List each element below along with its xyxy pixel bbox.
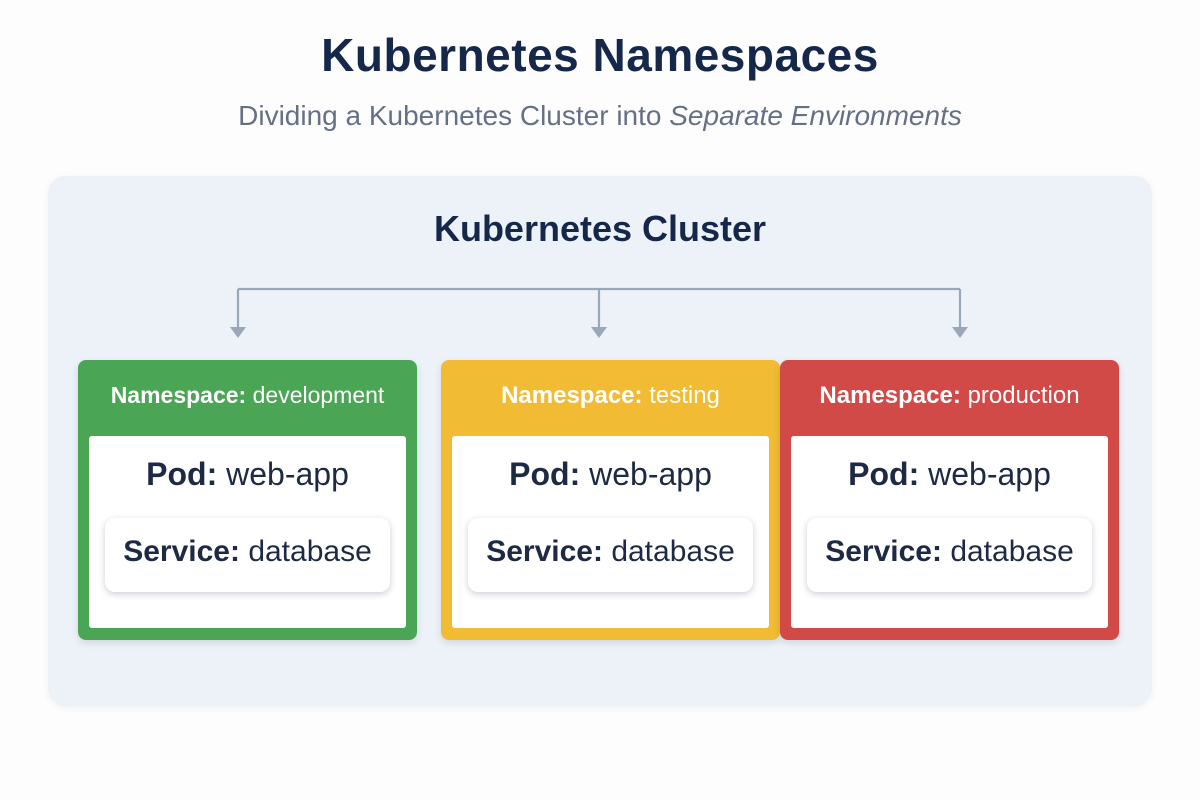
cluster-title: Kubernetes Cluster [433,208,767,249]
pod-key: Pod: [848,456,920,492]
subtitle-text: Dividing a Kubernetes Cluster into [238,100,670,131]
namespace-key: Namespace: [110,382,247,408]
service-card: Service: database [807,518,1092,592]
kubernetes-cluster: Kubernetes Cluster Namespace: developmen… [48,176,1152,706]
service-name: database [950,535,1074,568]
pod-key: Pod: [509,456,581,492]
arrowhead-icon [230,327,246,338]
service-name: database [611,535,735,568]
namespace-label: Namespace: production [780,382,1119,410]
arrowhead-icon [952,327,968,338]
subtitle-emphasis: Separate Environments [669,100,962,131]
namespace-production: Namespace: production Pod: web-app Servi… [780,360,1119,640]
page-title: Kubernetes Namespaces [321,29,879,81]
namespace-development: Namespace: development Pod: web-app Serv… [78,360,417,640]
service-key: Service: [825,535,942,568]
namespace-key: Namespace: [819,382,961,409]
service-label: Service: database [807,535,1092,569]
service-key: Service: [123,535,240,568]
pod-key: Pod: [146,456,218,492]
namespace-content: Pod: web-app Service: database [89,436,406,628]
service-card: Service: database [105,518,390,592]
service-label: Service: database [105,535,390,569]
namespace-content: Pod: web-app Service: database [791,436,1108,628]
namespace-label: Namespace: testing [441,382,780,410]
namespace-testing: Namespace: testing Pod: web-app Service:… [441,360,780,640]
arrowhead-icon [591,327,607,338]
namespace-name: production [967,382,1080,409]
pod-name: web-app [226,456,349,492]
pod-name: web-app [928,456,1051,492]
namespace-name: development [252,382,385,408]
pod-name: web-app [589,456,712,492]
namespace-key: Namespace: [501,382,643,409]
pod-label: Pod: web-app [791,456,1108,493]
service-card: Service: database [468,518,753,592]
page-subtitle: Dividing a Kubernetes Cluster into Separ… [0,100,1200,132]
pod-label: Pod: web-app [89,456,406,493]
service-key: Service: [486,535,603,568]
namespace-content: Pod: web-app Service: database [452,436,769,628]
namespace-label: Namespace: development [78,382,417,409]
service-label: Service: database [468,535,753,569]
service-name: database [248,535,372,568]
namespace-name: testing [649,382,720,409]
pod-label: Pod: web-app [452,456,769,493]
